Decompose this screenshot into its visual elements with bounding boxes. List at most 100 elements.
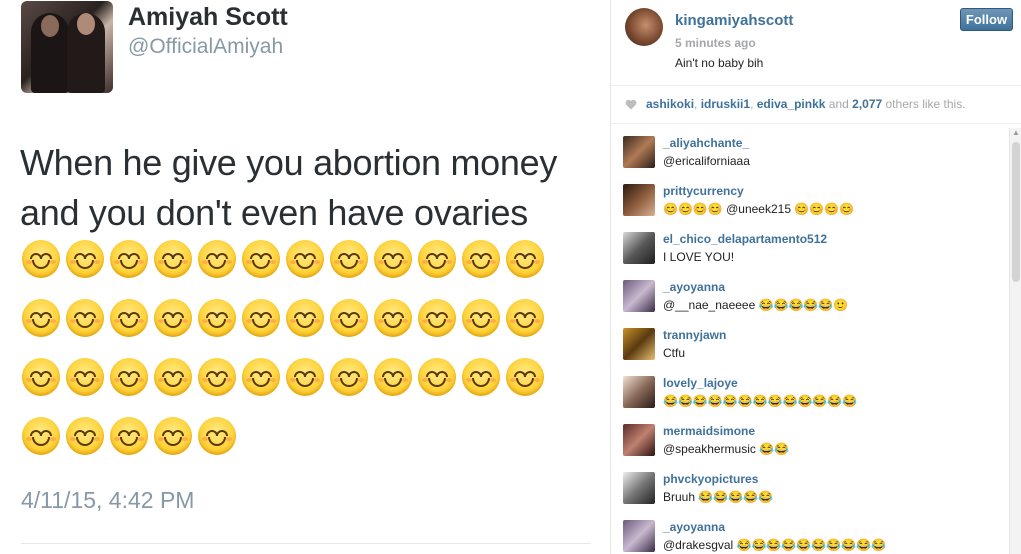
tweet-author-handle[interactable]: @OfficialAmiyah <box>128 35 283 59</box>
likes-separator: , <box>694 97 701 111</box>
poster-username[interactable]: kingamiyahscott <box>675 12 793 29</box>
smiling-face-with-smiling-eyes-icon <box>374 240 412 278</box>
comment-item: phvckyopictures Bruuh 😂😂😂😂😂 <box>611 466 1007 514</box>
tweet-avatar[interactable] <box>21 1 113 93</box>
tweet-text-line-1: When he give you abortion money <box>20 142 558 183</box>
smiling-face-with-smiling-eyes-icon <box>286 299 324 337</box>
smiling-face-with-smiling-eyes-icon <box>66 417 104 455</box>
smiling-face-with-smiling-eyes-icon <box>110 240 148 278</box>
liker-link[interactable]: idruskii1 <box>701 97 750 111</box>
tweet-text-line-2: and you don't even have ovaries <box>20 192 528 233</box>
smiling-face-with-smiling-eyes-icon <box>374 299 412 337</box>
smiling-face-with-smiling-eyes-icon <box>198 240 236 278</box>
tweet-timestamp[interactable]: 4/11/15, 4:42 PM <box>21 487 194 514</box>
tweet-divider <box>21 543 591 544</box>
comment-item: prittycurrency 😊😊😊😊 @uneek215 😊😊😊😊 <box>611 178 1007 226</box>
smiling-face-with-smiling-eyes-icon <box>462 240 500 278</box>
smiling-face-with-smiling-eyes-icon <box>22 240 60 278</box>
post-caption: Ain't no baby bih <box>675 56 764 70</box>
smiling-face-with-smiling-eyes-icon <box>506 240 544 278</box>
comment-item: lovely_lajoye 😂😂😂😂😂😂😂😂😂😂😂😂😂 <box>611 370 1007 418</box>
commenter-avatar[interactable] <box>623 520 655 552</box>
smiling-face-with-smiling-eyes-icon <box>154 417 192 455</box>
commenter-username[interactable]: _aliyahchante_ <box>663 136 749 150</box>
commenter-avatar[interactable] <box>623 472 655 504</box>
commenter-username[interactable]: _ayoyanna <box>663 280 725 294</box>
smiling-face-with-smiling-eyes-icon <box>418 299 456 337</box>
smiling-face-with-smiling-eyes-icon <box>154 240 192 278</box>
likes-suffix: others like this. <box>882 97 966 111</box>
tweet-text: When he give you abortion money and you … <box>20 138 600 238</box>
comment-text: @speakhermusic 😂😂 <box>663 442 790 456</box>
avatar-face-right <box>77 13 95 35</box>
smiling-face-with-smiling-eyes-icon <box>242 299 280 337</box>
liker-link[interactable]: ashikoki <box>646 97 694 111</box>
likes-separator: , <box>750 97 757 111</box>
poster-avatar[interactable] <box>625 8 663 46</box>
comment-text: Bruuh 😂😂😂😂😂 <box>663 490 774 504</box>
heart-icon[interactable] <box>625 99 637 110</box>
scroll-up-arrow-icon[interactable]: ▲ <box>1012 128 1020 138</box>
smiling-face-with-smiling-eyes-icon <box>66 358 104 396</box>
comment-item: _aliyahchante_ @ericaliforniaaa <box>611 130 1007 178</box>
comment-item: el_chico_delapartamento512 I LOVE YOU! <box>611 226 1007 274</box>
comment-text: Ctfu <box>663 346 686 360</box>
tweet-card: Amiyah Scott @OfficialAmiyah When he giv… <box>0 0 610 554</box>
likes-and: and <box>825 97 853 111</box>
commenter-username[interactable]: _ayoyanna <box>663 520 725 534</box>
commenter-username[interactable]: lovely_lajoye <box>663 376 738 390</box>
smiling-face-with-smiling-eyes-icon <box>198 299 236 337</box>
instagram-panel: kingamiyahscott 5 minutes ago Ain't no b… <box>610 0 1021 554</box>
likes-bar: ashikoki, idruskii1, ediva_pinkk and 2,0… <box>611 86 1021 124</box>
commenter-avatar[interactable] <box>623 280 655 312</box>
comments-scrollbar[interactable]: ▲ <box>1009 128 1021 554</box>
smiling-face-with-smiling-eyes-icon <box>242 358 280 396</box>
smiling-face-with-smiling-eyes-icon <box>22 358 60 396</box>
smiling-face-with-smiling-eyes-icon <box>154 358 192 396</box>
smiling-face-with-smiling-eyes-icon <box>330 240 368 278</box>
avatar-face-left <box>41 15 59 37</box>
smiling-face-with-smiling-eyes-icon <box>242 240 280 278</box>
commenter-username[interactable]: prittycurrency <box>663 184 744 198</box>
smiling-face-with-smiling-eyes-icon <box>198 417 236 455</box>
smiling-face-with-smiling-eyes-icon <box>330 358 368 396</box>
commenter-avatar[interactable] <box>623 136 655 168</box>
comments-list[interactable]: _aliyahchante_ @ericaliforniaaa prittycu… <box>611 130 1007 554</box>
commenter-username[interactable]: el_chico_delapartamento512 <box>663 232 827 246</box>
commenter-username[interactable]: phvckyopictures <box>663 472 758 486</box>
tweet-author-name[interactable]: Amiyah Scott <box>128 3 288 32</box>
commenter-avatar[interactable] <box>623 424 655 456</box>
comment-text: @drakesgval 😂😂😂😂😂😂😂😂😂😂 <box>663 538 886 552</box>
smiling-face-with-smiling-eyes-icon <box>506 299 544 337</box>
smiling-face-with-smiling-eyes-icon <box>462 299 500 337</box>
comment-text: 😂😂😂😂😂😂😂😂😂😂😂😂😂 <box>663 394 858 408</box>
comment-text: @ericaliforniaaa <box>663 154 750 168</box>
comment-text: I LOVE YOU! <box>663 250 735 264</box>
smiling-face-with-smiling-eyes-icon <box>286 240 324 278</box>
smiling-face-with-smiling-eyes-icon <box>330 299 368 337</box>
commenter-avatar[interactable] <box>623 328 655 360</box>
smiling-face-with-smiling-eyes-icon <box>22 417 60 455</box>
likes-summary: ashikoki, idruskii1, ediva_pinkk and 2,0… <box>646 97 966 111</box>
commenter-avatar[interactable] <box>623 232 655 264</box>
smiling-face-with-smiling-eyes-icon <box>22 299 60 337</box>
commenter-avatar[interactable] <box>623 184 655 216</box>
comment-item: _ayoyanna @__nae_naeeee 😂😂😂😂😂🙂 <box>611 274 1007 322</box>
commenter-avatar[interactable] <box>623 376 655 408</box>
commenter-username[interactable]: mermaidsimone <box>663 424 755 438</box>
smiling-face-with-smiling-eyes-icon <box>110 417 148 455</box>
commenter-username[interactable]: trannyjawn <box>663 328 726 342</box>
comment-text: 😊😊😊😊 @uneek215 😊😊😊😊 <box>663 202 855 216</box>
smiling-face-with-smiling-eyes-icon <box>198 358 236 396</box>
follow-button[interactable]: Follow <box>960 8 1013 31</box>
smiling-face-with-smiling-eyes-icon <box>66 240 104 278</box>
likes-count[interactable]: 2,077 <box>852 97 882 111</box>
liker-link[interactable]: ediva_pinkk <box>757 97 826 111</box>
comment-item: _ayoyanna @drakesgval 😂😂😂😂😂😂😂😂😂😂 <box>611 514 1007 554</box>
scrollbar-thumb[interactable] <box>1012 142 1020 282</box>
smiling-face-with-smiling-eyes-icon <box>462 358 500 396</box>
smiling-face-with-smiling-eyes-icon <box>66 299 104 337</box>
comment-item: trannyjawn Ctfu <box>611 322 1007 370</box>
smiling-face-with-smiling-eyes-icon <box>110 299 148 337</box>
comment-text: @__nae_naeeee 😂😂😂😂😂🙂 <box>663 298 849 312</box>
